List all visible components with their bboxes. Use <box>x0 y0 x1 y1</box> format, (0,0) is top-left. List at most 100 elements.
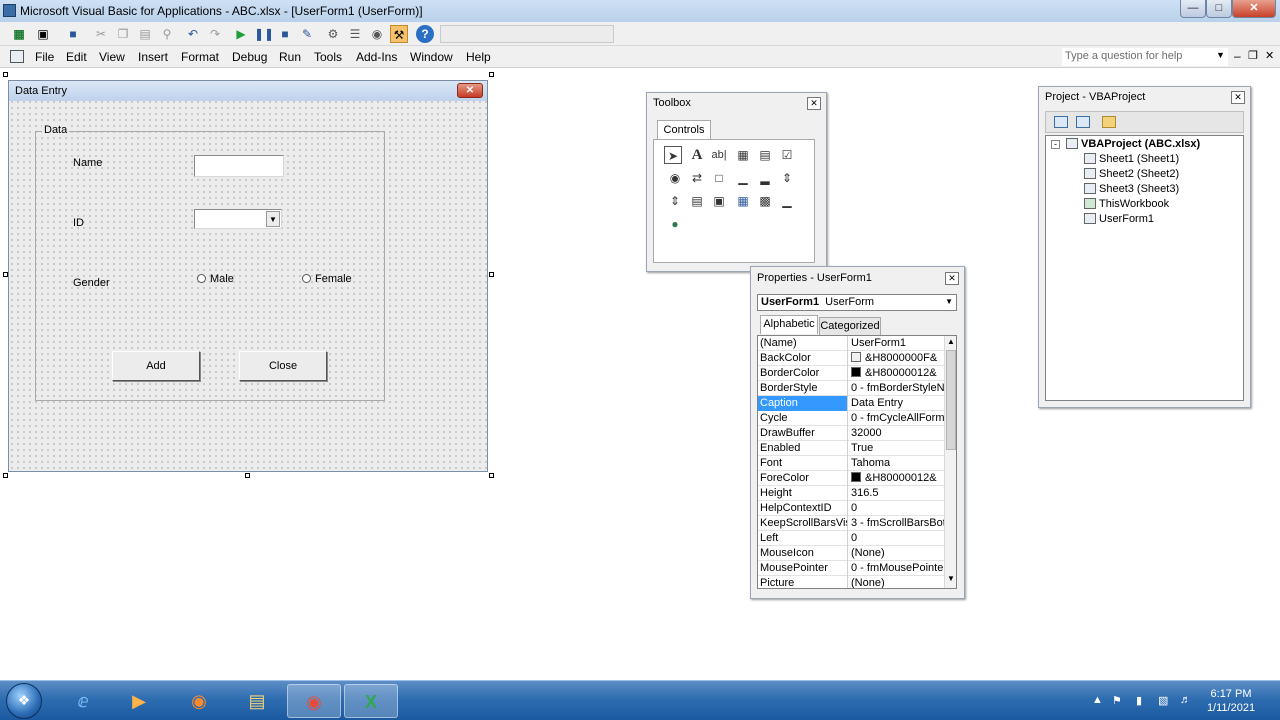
toolbox-icon[interactable]: ⚒ <box>390 25 408 43</box>
volume-icon[interactable]: ♬ <box>1180 694 1191 706</box>
tree-item-sheet1[interactable]: Sheet1 (Sheet1) <box>1084 153 1179 165</box>
undo-icon[interactable]: ↶ <box>184 25 202 43</box>
internet-explorer-icon[interactable]: ⅇ <box>56 684 110 718</box>
resize-handle[interactable] <box>3 473 8 478</box>
property-value[interactable]: &H80000012& <box>849 471 944 486</box>
properties-window-icon[interactable]: ☰ <box>346 25 364 43</box>
property-row[interactable]: MousePointer0 - fmMousePointerDefault <box>758 561 944 576</box>
object-browser-icon[interactable]: ◉ <box>368 25 386 43</box>
property-row[interactable]: Left 0 <box>758 531 944 546</box>
add-button[interactable]: Add <box>112 351 200 381</box>
label-tool-icon[interactable]: A <box>688 146 706 164</box>
tree-item-userform1[interactable]: UserForm1 <box>1084 213 1154 225</box>
menu-debug[interactable]: Debug <box>232 50 267 64</box>
break-icon[interactable]: ❚❚ <box>254 25 274 43</box>
property-value[interactable]: (None) <box>849 546 944 561</box>
minimize-button[interactable]: — <box>1180 0 1206 18</box>
mdi-restore-button[interactable]: ❐ <box>1248 49 1258 62</box>
refedit-tool-icon[interactable]: ▦ <box>734 192 752 210</box>
menu-edit[interactable]: Edit <box>66 50 87 64</box>
name-textbox[interactable] <box>194 155 284 177</box>
textbox-tool-icon[interactable]: ab| <box>710 146 728 164</box>
spinbutton-tool-icon[interactable]: ▤ <box>688 192 706 210</box>
resize-handle[interactable] <box>245 473 250 478</box>
resize-handle[interactable] <box>3 272 8 277</box>
image-tool-icon[interactable]: ▣ <box>710 192 728 210</box>
checkbox-tool-icon[interactable]: ☑ <box>778 146 796 164</box>
property-row[interactable]: BorderColor &H80000012& <box>758 366 944 381</box>
excel-icon[interactable]: X <box>344 684 398 718</box>
collapse-icon[interactable]: - <box>1051 140 1060 149</box>
property-value[interactable]: Data Entry <box>849 396 944 411</box>
property-row[interactable]: BorderStyle0 - fmBorderStyleNone <box>758 381 944 396</box>
menu-file[interactable]: File <box>35 50 54 64</box>
close-button[interactable]: Close <box>239 351 327 381</box>
tabstrip-tool-icon[interactable]: ▂ <box>756 169 774 187</box>
menu-add-ins[interactable]: Add-Ins <box>356 50 397 64</box>
userform-designer[interactable]: Data Entry ✕ Data Name ID ▼ Gender Male … <box>8 80 488 472</box>
property-row[interactable]: Caption Data Entry <box>758 396 944 411</box>
resize-handle[interactable] <box>489 72 494 77</box>
redo-icon[interactable]: ↷ <box>206 25 224 43</box>
property-row[interactable]: HelpContextID 0 <box>758 501 944 516</box>
close-icon[interactable]: ✕ <box>1231 91 1245 104</box>
property-row[interactable]: Font Tahoma <box>758 456 944 471</box>
multipage-tool-icon[interactable]: ⇕ <box>778 169 796 187</box>
menu-view[interactable]: View <box>99 50 125 64</box>
battery-icon[interactable]: ▮ <box>1136 694 1142 707</box>
menu-tools[interactable]: Tools <box>314 50 342 64</box>
scroll-down-icon[interactable]: ▼ <box>946 574 956 583</box>
design-mode-icon[interactable]: ✎ <box>298 25 316 43</box>
property-value[interactable]: 316.5 <box>849 486 944 501</box>
paste-icon[interactable]: ▤ <box>136 25 154 43</box>
property-row[interactable]: BackColor &H8000000F& <box>758 351 944 366</box>
control-tool-icon[interactable]: ▩ <box>756 192 774 210</box>
action-center-icon[interactable]: ⚑ <box>1112 694 1122 707</box>
pointer-icon[interactable]: ➤ <box>664 146 682 164</box>
property-value[interactable]: 0 <box>849 501 944 516</box>
object-selector[interactable]: UserForm1 UserForm ▼ <box>757 294 957 311</box>
tree-item-thisworkbook[interactable]: ThisWorkbook <box>1084 198 1169 210</box>
run-icon[interactable]: ▶ <box>232 25 250 43</box>
property-row[interactable]: ForeColor &H80000012& <box>758 471 944 486</box>
show-hidden-icons[interactable]: ▲ <box>1092 694 1103 706</box>
property-value[interactable]: 32000 <box>849 426 944 441</box>
property-row[interactable]: Height 316.5 <box>758 486 944 501</box>
togglebutton-tool-icon[interactable]: ⇄ <box>688 169 706 187</box>
female-radio[interactable] <box>302 274 311 283</box>
close-icon[interactable]: ✕ <box>807 97 821 110</box>
property-row[interactable]: (Name) UserForm1 <box>758 336 944 351</box>
property-scrollbar[interactable]: ▲ ▼ <box>944 336 956 588</box>
tree-root[interactable]: VBAProject (ABC.xlsx) <box>1066 138 1200 150</box>
property-value[interactable]: &H8000000F& <box>849 351 944 366</box>
menu-insert[interactable]: Insert <box>138 50 168 64</box>
property-value[interactable]: UserForm1 <box>849 336 944 351</box>
close-icon[interactable]: ✕ <box>945 272 959 285</box>
file-explorer-icon[interactable]: ▤ <box>230 684 284 718</box>
tree-item-sheet3[interactable]: Sheet3 (Sheet3) <box>1084 183 1179 195</box>
help-dropdown-icon[interactable]: ▼ <box>1216 50 1225 60</box>
scroll-up-icon[interactable]: ▲ <box>946 337 956 346</box>
data-frame[interactable]: Data Name ID ▼ Gender Male Female Add Cl… <box>35 124 385 401</box>
close-window-button[interactable]: ✕ <box>1232 0 1276 18</box>
property-row[interactable]: KeepScrollBarsVisible3 - fmScrollBarsBot… <box>758 516 944 531</box>
combobox-tool-icon[interactable]: ▦ <box>734 146 752 164</box>
media-player-icon[interactable]: ▶ <box>112 684 166 718</box>
menu-format[interactable]: Format <box>181 50 219 64</box>
menu-run[interactable]: Run <box>279 50 301 64</box>
insert-userform-icon[interactable]: ▣ <box>34 25 52 43</box>
excel-view-icon[interactable]: ▦ <box>10 25 28 43</box>
copy-icon[interactable]: ❐ <box>114 25 132 43</box>
property-value[interactable]: 3 - fmScrollBarsBoth <box>849 516 944 531</box>
property-value[interactable]: Tahoma <box>849 456 944 471</box>
network-icon[interactable]: ▧ <box>1158 694 1168 707</box>
reset-icon[interactable]: ■ <box>276 25 294 43</box>
tab-controls[interactable]: Controls <box>657 120 711 140</box>
optionbutton-tool-icon[interactable]: ◉ <box>666 169 684 187</box>
commandbutton-tool-icon[interactable]: ▁ <box>734 169 752 187</box>
property-row[interactable]: Enabled True <box>758 441 944 456</box>
system-clock[interactable]: 6:17 PM 1/11/2021 <box>1196 687 1266 715</box>
frame-tool-icon[interactable]: □ <box>710 169 728 187</box>
chevron-down-icon[interactable]: ▼ <box>945 297 953 306</box>
property-value[interactable]: 0 - fmBorderStyleNone <box>849 381 944 396</box>
